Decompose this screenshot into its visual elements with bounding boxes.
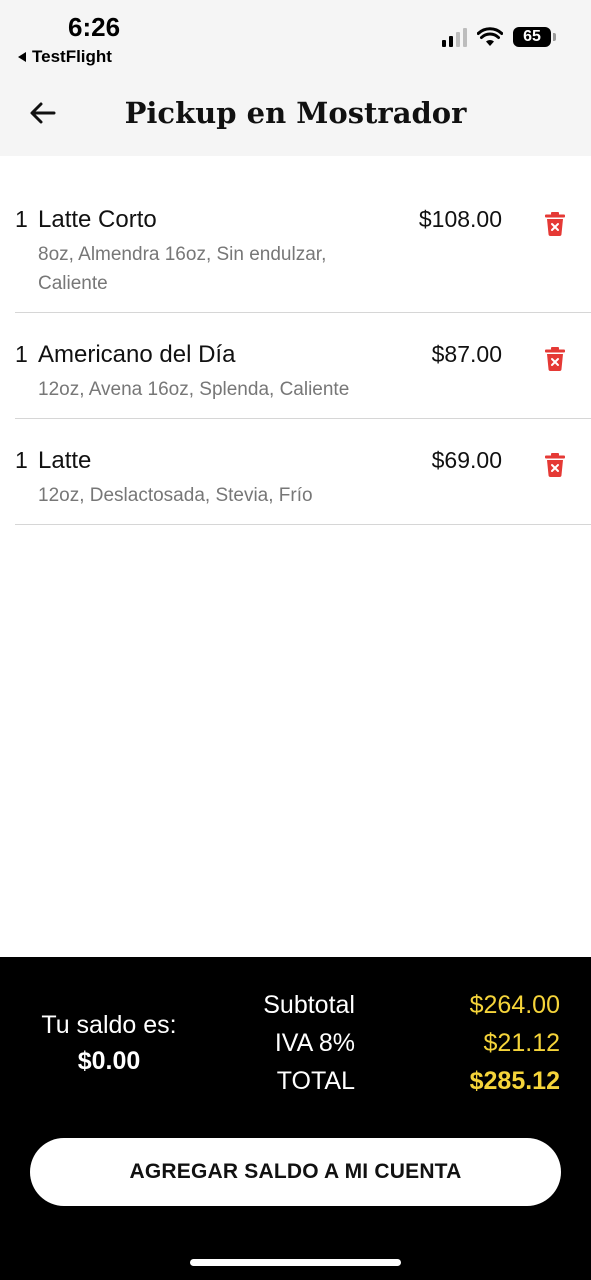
order-list: 1 Latte Corto $108.00 8oz, Almendra 16oz… — [15, 178, 591, 525]
iva-row: IVA 8% $21.12 — [200, 1029, 560, 1067]
item-quantity: 1 — [15, 447, 28, 473]
back-to-app-link[interactable]: TestFlight — [18, 47, 112, 67]
item-description: 12oz, Avena 16oz, Splenda, Caliente — [38, 379, 350, 400]
delete-trash-icon[interactable] — [545, 347, 565, 371]
header-area: 6:26 TestFlight 65 Pickup en Mostrador — [0, 0, 591, 156]
cellular-signal-icon — [442, 27, 467, 47]
balance-label: Tu saldo es: — [41, 1011, 177, 1039]
subtotal-value: $264.00 — [469, 991, 560, 1019]
order-item: 1 Latte Corto $108.00 8oz, Almendra 16oz… — [15, 178, 591, 313]
total-value: $285.12 — [469, 1067, 560, 1095]
item-name: Latte — [38, 447, 92, 474]
iva-label: IVA 8% — [274, 1029, 355, 1057]
back-app-label: TestFlight — [32, 47, 112, 66]
total-label: TOTAL — [276, 1067, 355, 1095]
delete-trash-icon[interactable] — [545, 453, 565, 477]
battery-level: 65 — [523, 28, 541, 45]
order-item: 1 Latte $69.00 12oz, Deslactosada, Stevi… — [15, 419, 591, 525]
subtotal-label: Subtotal — [263, 991, 355, 1019]
checkout-footer: Tu saldo es: $0.00 Subtotal $264.00 IVA … — [0, 957, 591, 1280]
add-balance-button[interactable]: AGREGAR SALDO A MI CUENTA — [30, 1138, 561, 1206]
totals-summary: Subtotal $264.00 IVA 8% $21.12 TOTAL $28… — [200, 991, 560, 1105]
item-name: Latte Corto — [38, 206, 157, 233]
iva-value: $21.12 — [483, 1029, 560, 1057]
item-name: Americano del Día — [38, 341, 236, 368]
item-price: $69.00 — [431, 447, 502, 473]
page-title: Pickup en Mostrador — [124, 96, 467, 130]
status-indicators: 65 — [442, 27, 556, 47]
subtotal-row: Subtotal $264.00 — [200, 991, 560, 1029]
back-triangle-icon — [18, 52, 26, 62]
order-item: 1 Americano del Día $87.00 12oz, Avena 1… — [15, 313, 591, 419]
home-indicator — [190, 1259, 401, 1266]
balance-value: $0.00 — [77, 1047, 141, 1075]
item-description: 12oz, Deslactosada, Stevia, Frío — [38, 485, 313, 506]
item-price: $87.00 — [431, 341, 502, 367]
status-time: 6:26 — [68, 12, 121, 42]
battery-icon: 65 — [513, 27, 556, 47]
total-row: TOTAL $285.12 — [200, 1067, 560, 1105]
delete-trash-icon[interactable] — [545, 212, 565, 236]
wifi-icon — [477, 27, 503, 46]
item-price: $108.00 — [418, 206, 502, 232]
item-quantity: 1 — [15, 206, 28, 232]
item-quantity: 1 — [15, 341, 28, 367]
item-description: 8oz, Almendra 16oz, Sin endulzar, Calien… — [38, 244, 327, 294]
